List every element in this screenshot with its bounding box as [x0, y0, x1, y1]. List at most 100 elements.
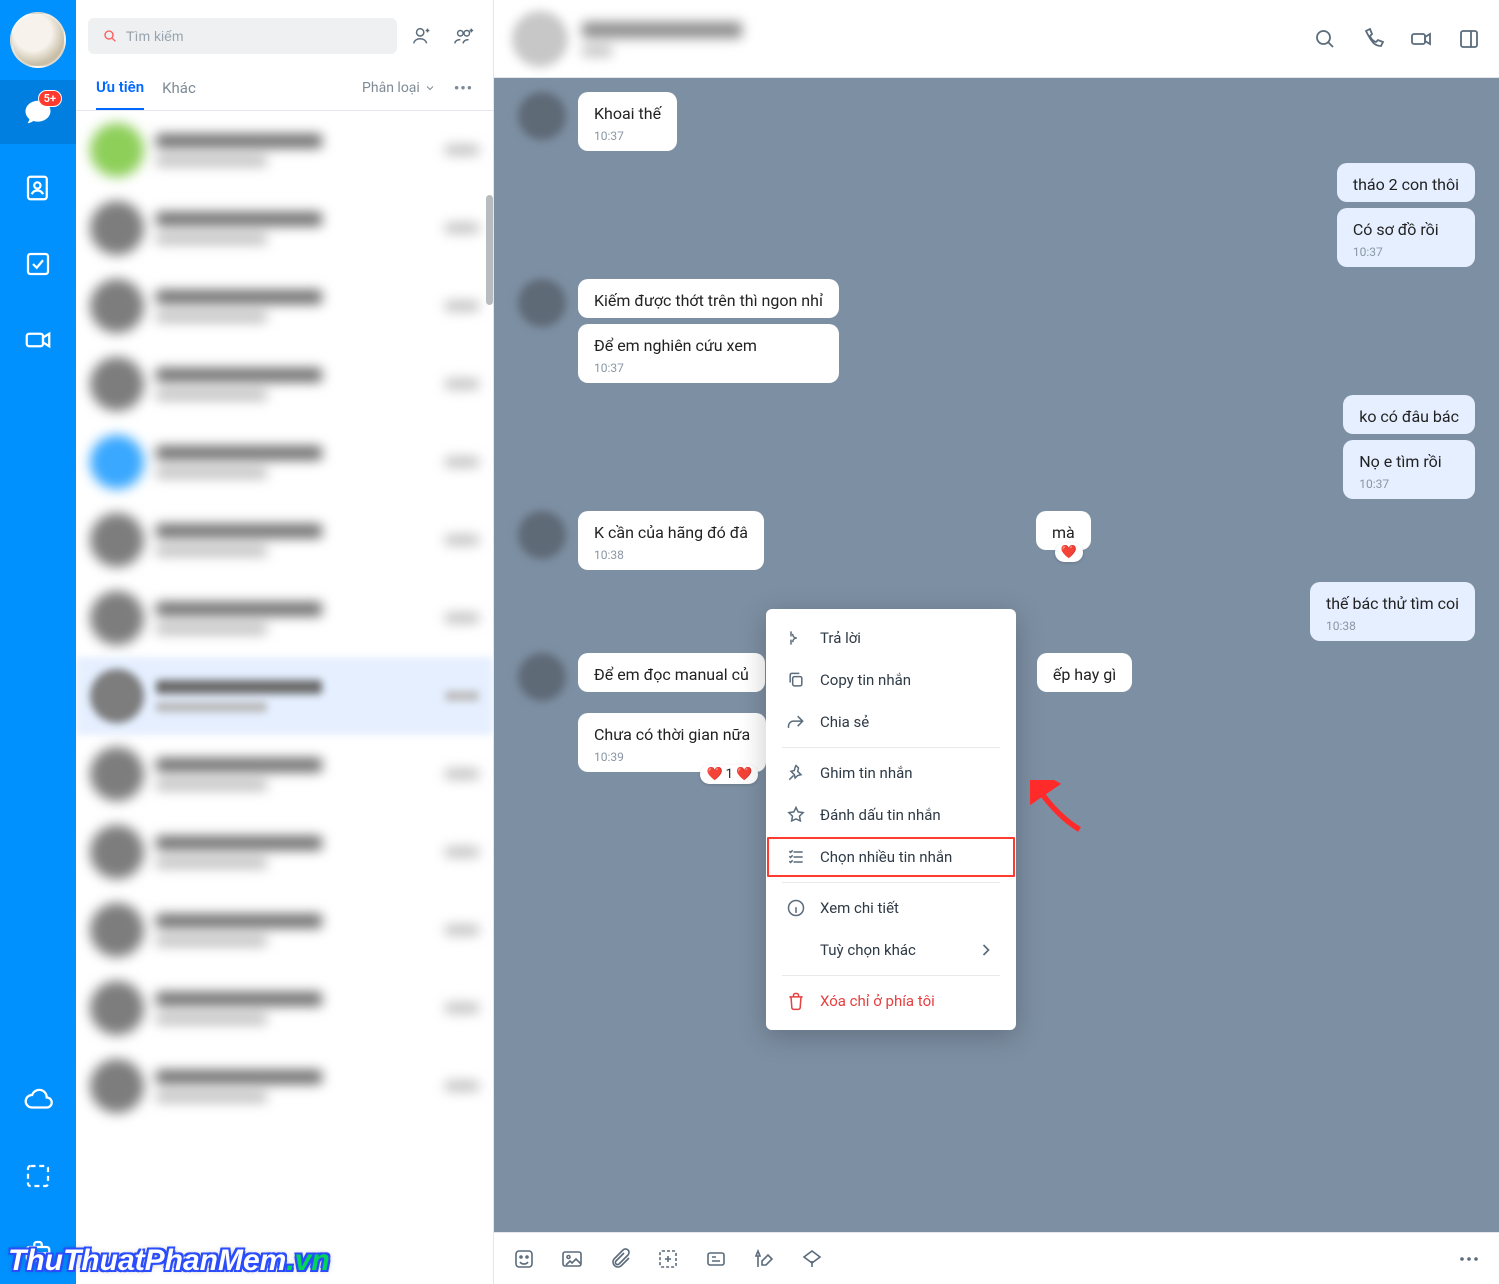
search-box[interactable] — [88, 18, 397, 54]
divider — [782, 882, 1000, 883]
chat-item[interactable] — [76, 345, 493, 423]
ctx-delete-local[interactable]: Xóa chỉ ở phía tôi — [766, 980, 1016, 1022]
context-menu: Trả lời Copy tin nhắn Chia sẻ Ghim tin n… — [766, 609, 1016, 1030]
message-bubble[interactable]: Khoai thế 10:37 — [578, 92, 677, 151]
list-check-icon — [786, 847, 806, 867]
info-icon — [786, 898, 806, 918]
message-bubble[interactable]: Để em đọc manual củ — [578, 653, 765, 692]
sender-avatar[interactable] — [518, 511, 566, 559]
chat-sidebar: Ưu tiên Khác Phân loại ••• — [76, 0, 494, 1284]
ctx-copy[interactable]: Copy tin nhắn — [766, 659, 1016, 701]
sender-avatar[interactable] — [518, 279, 566, 327]
chat-item[interactable] — [76, 1047, 493, 1125]
messages-area[interactable]: Khoai thế 10:37 tháo 2 con thôi Có sơ đồ… — [494, 78, 1499, 1232]
divider — [782, 975, 1000, 976]
message-row: Kiếm được thớt trên thì ngon nhỉ Để em n… — [518, 279, 1475, 383]
priority-icon[interactable] — [800, 1247, 824, 1271]
nav-todo[interactable] — [0, 232, 76, 296]
more-button[interactable]: ••• — [454, 79, 473, 109]
message-bubble[interactable]: tháo 2 con thôi — [1337, 163, 1475, 202]
panel-icon[interactable] — [1457, 27, 1481, 51]
reaction-heart[interactable]: ❤️ — [1055, 543, 1083, 562]
tab-priority[interactable]: Ưu tiên — [96, 78, 144, 110]
composer-toolbar — [494, 1232, 1499, 1284]
search-input[interactable] — [126, 28, 383, 44]
contact-avatar[interactable] — [512, 11, 568, 67]
reply-icon — [786, 628, 806, 648]
message-bubble[interactable]: thế bác thử tìm coi 10:38 — [1310, 582, 1475, 641]
chevron-down-icon — [424, 82, 436, 94]
nav-capture[interactable] — [0, 1144, 76, 1208]
classify-dropdown[interactable]: Phân loại — [362, 80, 436, 108]
message-bubble[interactable]: K cần của hãng đó đâ 10:38 — [578, 511, 764, 570]
copy-icon — [786, 670, 806, 690]
message-bubble[interactable]: Chưa có thời gian nữa 10:39 ❤️1 ❤️ — [578, 713, 766, 772]
more-icon[interactable] — [1457, 1247, 1481, 1271]
message-bubble[interactable]: ko có đâu bác — [1343, 395, 1475, 434]
screenshot-icon[interactable] — [656, 1247, 680, 1271]
share-icon — [786, 712, 806, 732]
ctx-share[interactable]: Chia sẻ — [766, 701, 1016, 743]
ctx-other-options[interactable]: Tuỳ chọn khác — [766, 929, 1016, 971]
contact-info — [582, 22, 1299, 56]
ctx-detail[interactable]: Xem chi tiết — [766, 887, 1016, 929]
add-friend-button[interactable] — [405, 19, 439, 53]
sender-avatar[interactable] — [518, 653, 566, 701]
nav-video[interactable] — [0, 308, 76, 372]
message-bubble[interactable]: Để em nghiên cứu xem 10:37 — [578, 324, 839, 383]
chat-item[interactable] — [76, 267, 493, 345]
annotation-arrow — [1030, 780, 1084, 834]
nav-rail: 5+ — [0, 0, 76, 1284]
message-bubble[interactable]: Có sơ đồ rồi 10:37 — [1337, 208, 1475, 267]
nav-messages[interactable]: 5+ — [0, 80, 76, 144]
sticker-icon[interactable] — [512, 1247, 536, 1271]
tab-other[interactable]: Khác — [162, 79, 196, 109]
format-icon[interactable] — [752, 1247, 776, 1271]
message-row: ko có đâu bác Nọ e tìm rồi 10:37 — [518, 395, 1475, 499]
chat-header — [494, 0, 1499, 78]
videocall-icon[interactable] — [1409, 27, 1433, 51]
chat-item[interactable] — [76, 501, 493, 579]
ctx-select-multiple[interactable]: Chọn nhiều tin nhắn — [766, 836, 1016, 878]
ctx-reply[interactable]: Trả lời — [766, 617, 1016, 659]
reaction-count[interactable]: ❤️1 ❤️ — [700, 765, 758, 784]
add-group-icon — [453, 25, 475, 47]
cloud-icon — [23, 1085, 53, 1115]
message-row: Khoai thế 10:37 — [518, 92, 1475, 151]
chat-list[interactable] — [76, 111, 493, 1284]
nav-contacts[interactable] — [0, 156, 76, 220]
image-icon[interactable] — [560, 1247, 584, 1271]
attach-icon[interactable] — [608, 1247, 632, 1271]
avatar-me[interactable] — [10, 12, 66, 68]
add-group-button[interactable] — [447, 19, 481, 53]
ctx-pin[interactable]: Ghim tin nhắn — [766, 752, 1016, 794]
chat-item[interactable] — [76, 735, 493, 813]
chat-item[interactable] — [76, 891, 493, 969]
trash-icon — [786, 991, 806, 1011]
pin-icon — [786, 763, 806, 783]
divider — [782, 747, 1000, 748]
message-bubble-tail[interactable]: mà ❤️ — [1036, 511, 1091, 550]
chat-item[interactable] — [76, 423, 493, 501]
message-bubble-tail[interactable]: ếp hay gì — [1037, 653, 1132, 692]
capture-icon — [23, 1161, 53, 1191]
contacts-icon — [23, 173, 53, 203]
chat-item[interactable] — [76, 969, 493, 1047]
message-bubble[interactable]: Nọ e tìm rồi 10:37 — [1343, 440, 1475, 499]
message-row: K cần của hãng đó đâ 10:38 mà ❤️ — [518, 511, 1475, 570]
chat-item[interactable] — [76, 657, 493, 735]
chat-item[interactable] — [76, 579, 493, 657]
chat-item[interactable] — [76, 813, 493, 891]
chat-item[interactable] — [76, 111, 493, 189]
search-chat-icon[interactable] — [1313, 27, 1337, 51]
ctx-star[interactable]: Đánh dấu tin nhắn — [766, 794, 1016, 836]
checkbox-icon — [23, 249, 53, 279]
call-icon[interactable] — [1361, 27, 1385, 51]
watermark: ThuThuatPhanMem.vn — [8, 1244, 330, 1278]
card-icon[interactable] — [704, 1247, 728, 1271]
message-bubble[interactable]: Kiếm được thớt trên thì ngon nhỉ — [578, 279, 839, 318]
add-friend-icon — [411, 25, 433, 47]
chat-item[interactable] — [76, 189, 493, 267]
sender-avatar[interactable] — [518, 92, 566, 140]
nav-cloud[interactable] — [0, 1068, 76, 1132]
